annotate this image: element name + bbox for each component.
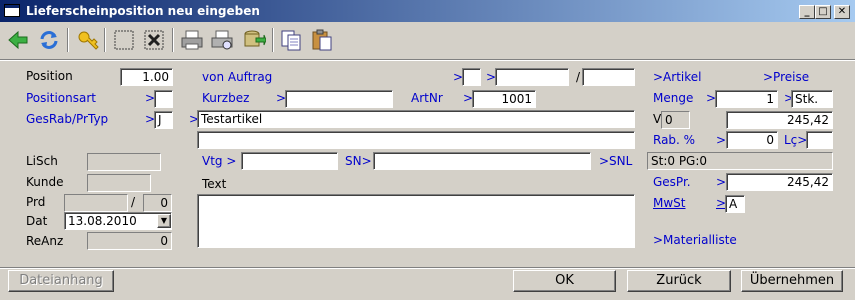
print-preview-icon[interactable] [210, 28, 234, 52]
maximize-button[interactable]: □ [815, 5, 831, 19]
lisch-label: LiSch [26, 154, 58, 168]
window-title: Lieferscheinposition neu eingeben [26, 4, 260, 18]
date-value: 13.08.2010 [68, 214, 137, 228]
artnr-link[interactable]: ArtNr [411, 91, 443, 105]
artnr-field[interactable]: 1001 [472, 90, 536, 108]
toolbar-separator [172, 28, 174, 52]
sn-field[interactable] [373, 152, 591, 170]
reanz-label: ReAnz [26, 234, 64, 248]
vtg-link[interactable]: Vtg > [202, 154, 236, 168]
kunde-label: Kunde [26, 175, 64, 189]
von-auftrag-link[interactable]: von Auftrag [202, 70, 272, 84]
rabatt-field[interactable]: 0 [726, 131, 778, 149]
lisch-field [87, 153, 161, 171]
menge-field[interactable]: 1 [715, 90, 778, 108]
ok-button[interactable]: OK [513, 270, 616, 292]
prd-slash: / [131, 195, 136, 209]
back-arrow-icon[interactable] [6, 28, 30, 52]
chevron-down-icon[interactable]: ▼ [157, 214, 171, 228]
mwst-label: MwSt [653, 196, 686, 210]
text-label: Text [202, 177, 227, 191]
gesrab-prtyp-link[interactable]: GesRab/PrTyp [26, 112, 108, 126]
delete-frame-icon[interactable] [142, 28, 166, 52]
menge-link[interactable]: Menge [653, 91, 693, 105]
paste-icon[interactable] [310, 28, 334, 52]
positionsart-field[interactable] [154, 90, 173, 108]
sn-link[interactable]: SN> [345, 154, 372, 168]
v-label: V [653, 112, 662, 126]
bezeichnung-2-field[interactable] [197, 131, 635, 149]
toolbar-separator [67, 28, 69, 52]
position-field[interactable]: 1.00 [120, 68, 173, 86]
gespr-field[interactable]: 245,42 [726, 173, 833, 191]
gesrab-field[interactable]: J [154, 111, 173, 129]
export-icon[interactable] [242, 28, 266, 52]
window-icon [4, 4, 20, 17]
auftrag-field-3[interactable] [582, 68, 635, 86]
artikel-link[interactable]: >Artikel [653, 70, 701, 84]
prd-field-1 [64, 194, 128, 212]
print-icon[interactable] [180, 28, 204, 52]
materialliste-link[interactable]: >Materialliste [653, 233, 737, 247]
lp-field[interactable] [806, 131, 833, 149]
prd-label: Prd [26, 195, 46, 209]
mwst-link[interactable]: MwSt [653, 196, 686, 210]
select-frame-icon[interactable] [112, 28, 136, 52]
minimize-button[interactable]: _ [799, 5, 815, 19]
lp-lookup[interactable]: Lç> [784, 133, 807, 147]
reanz-field: 0 [87, 232, 172, 250]
auftrag-field-1[interactable] [462, 68, 481, 86]
close-button[interactable]: ✕ [834, 5, 850, 19]
dat-label: Dat [26, 214, 48, 228]
snl-link[interactable]: >SNL [599, 154, 632, 168]
gespr-lookup[interactable]: > [716, 175, 726, 189]
date-picker[interactable]: 13.08.2010 [64, 212, 172, 230]
refresh-icon[interactable] [37, 28, 61, 52]
gespr-link[interactable]: GesPr. [653, 175, 691, 189]
preise-link[interactable]: >Preise [763, 70, 809, 84]
prd-field-2: 0 [143, 194, 172, 212]
v-field: 0 [661, 111, 690, 129]
rabatt-link[interactable]: Rab. % [653, 133, 695, 147]
kunde-field [87, 174, 151, 192]
text-area[interactable] [197, 194, 635, 248]
rabatt-lookup[interactable]: > [716, 133, 726, 147]
mwst-field[interactable]: A [725, 195, 745, 213]
bezeichnung-field[interactable]: Testartikel [197, 110, 635, 128]
toolbar-separator [272, 28, 274, 52]
copy-icon[interactable] [279, 28, 303, 52]
stock-info: St:0 PG:0 [647, 152, 833, 170]
attachment-button[interactable]: Dateianhang [8, 270, 114, 292]
auftrag-field-2[interactable] [495, 68, 569, 86]
toolbar-separator [104, 28, 106, 52]
positionsart-link[interactable]: Positionsart [26, 91, 96, 105]
unit-field[interactable]: Stk. [791, 90, 833, 108]
vtg-field[interactable] [241, 152, 338, 170]
key-icon[interactable] [76, 28, 100, 52]
toolbar [0, 23, 855, 60]
position-label: Position [26, 69, 73, 83]
price-field[interactable]: 245,42 [726, 111, 833, 129]
auftrag-slash: / [576, 70, 581, 84]
kurzbez-link[interactable]: Kurzbez [202, 91, 249, 105]
kurzbez-field[interactable] [285, 90, 393, 108]
back-button[interactable]: Zurück [627, 270, 731, 292]
accept-button[interactable]: Übernehmen [741, 270, 843, 292]
